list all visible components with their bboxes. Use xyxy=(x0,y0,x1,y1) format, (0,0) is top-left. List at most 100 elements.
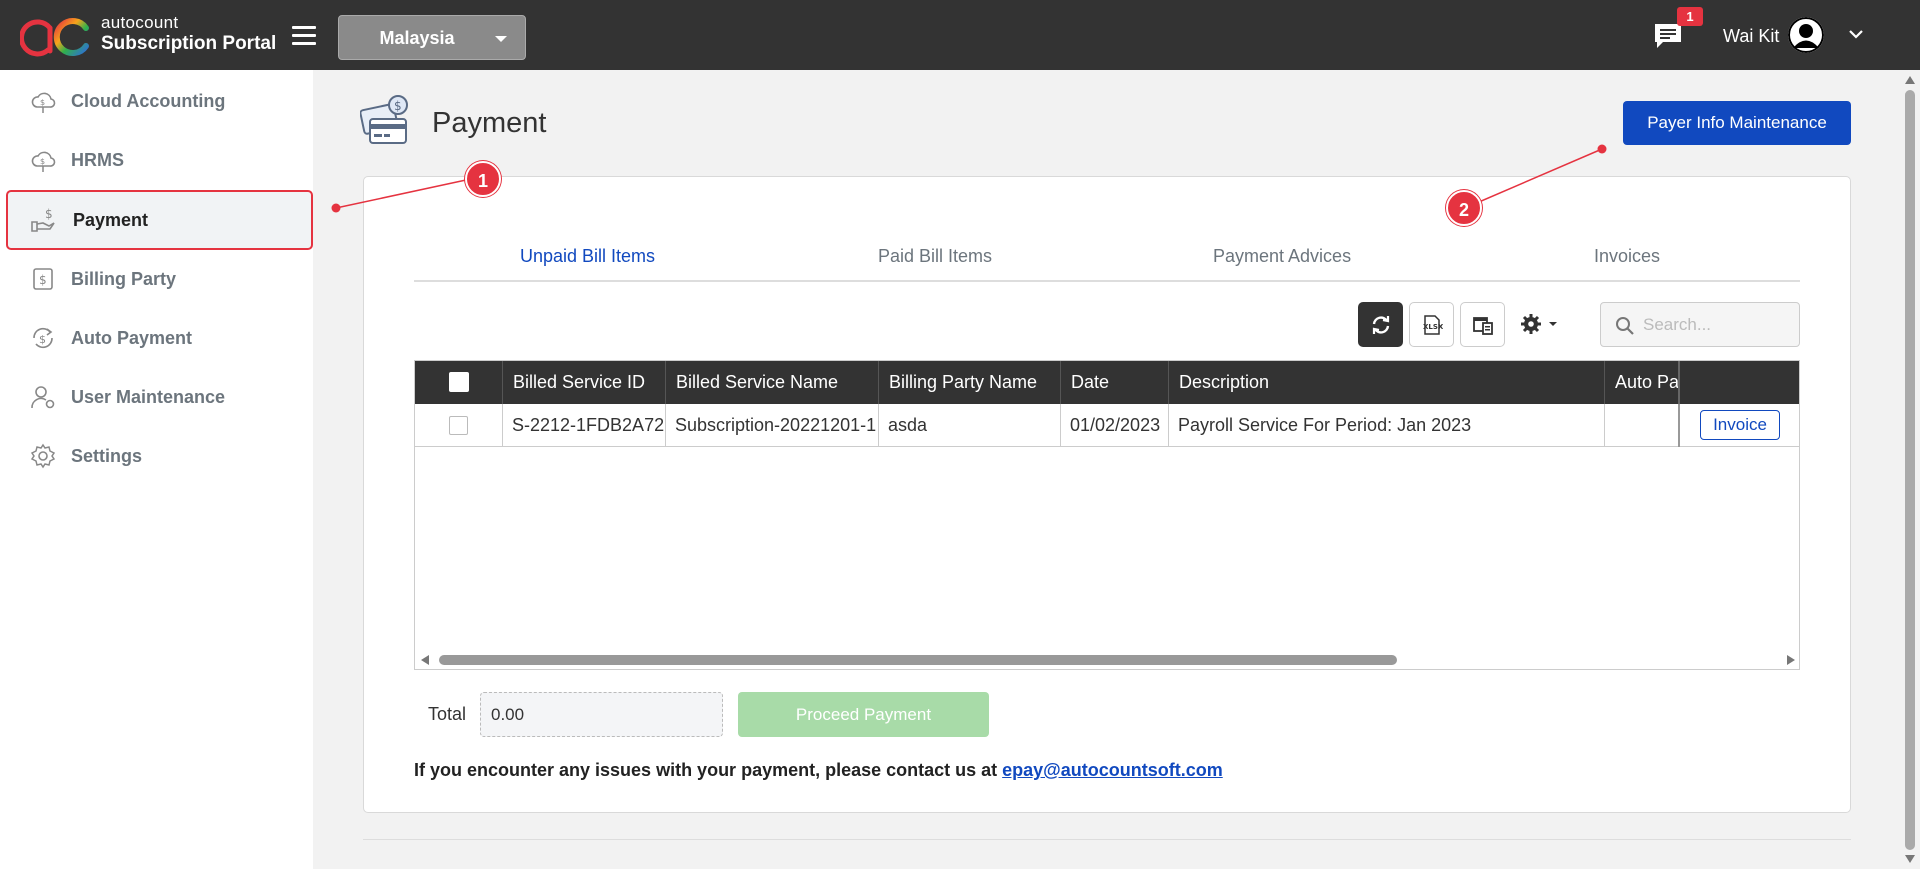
search-input[interactable] xyxy=(1643,313,1793,337)
gear-icon xyxy=(30,443,56,469)
brand-line1: autocount xyxy=(101,13,179,32)
invoice-button[interactable]: Invoice xyxy=(1700,410,1780,440)
contact-text: If you encounter any issues with your pa… xyxy=(414,760,1003,780)
column-chooser-icon xyxy=(1473,317,1493,335)
sidebar-item-user-maintenance[interactable]: User Maintenance xyxy=(6,368,313,426)
brand-line2: Subscription Portal xyxy=(101,33,277,54)
caret-down-icon xyxy=(495,36,507,42)
search-icon xyxy=(1616,317,1634,335)
sidebar-item-label: Settings xyxy=(71,446,143,466)
col-description[interactable]: Description xyxy=(1169,361,1605,404)
column-chooser-button[interactable] xyxy=(1460,302,1505,347)
svg-text:XLSX: XLSX xyxy=(1423,323,1443,331)
scroll-right-icon[interactable] xyxy=(1787,655,1795,665)
sidebar-item-settings[interactable]: Settings xyxy=(6,427,313,485)
table-row[interactable]: S-2212-1FDB2A72 Subscription-20221201-1 … xyxy=(415,404,1799,447)
cell-auto-pay xyxy=(1605,404,1680,447)
country-select-value: Malaysia xyxy=(379,28,455,48)
svg-text:$: $ xyxy=(40,157,45,166)
col-billing-party-name[interactable]: Billing Party Name xyxy=(879,361,1061,404)
sidebar-item-label: Billing Party xyxy=(71,269,177,289)
notification-badge: 1 xyxy=(1677,7,1703,26)
scroll-down-icon[interactable] xyxy=(1905,855,1915,863)
sidebar: $ Cloud Accounting $ HRMS $ Payment $ Bi… xyxy=(0,70,313,869)
svg-text:$: $ xyxy=(394,99,402,113)
grid-header: Billed Service ID Billed Service Name Bi… xyxy=(415,361,1799,404)
scroll-left-icon[interactable] xyxy=(421,655,429,665)
refresh-button[interactable] xyxy=(1358,302,1403,347)
col-date[interactable]: Date xyxy=(1061,361,1169,404)
cell-billing-party-name: asda xyxy=(879,404,1061,447)
cell-billed-service-name: Subscription-20221201-1 xyxy=(666,404,879,447)
sidebar-item-label: User Maintenance xyxy=(71,387,226,407)
gear-icon xyxy=(1521,314,1557,334)
sidebar-item-hrms[interactable]: $ HRMS xyxy=(6,131,313,189)
horizontal-scrollbar[interactable] xyxy=(415,650,1799,669)
country-select[interactable]: Malaysia xyxy=(338,15,526,60)
svg-text:$: $ xyxy=(40,98,45,107)
svg-text:$: $ xyxy=(45,207,53,221)
autocount-logo[interactable] xyxy=(20,14,92,58)
export-xlsx-button[interactable]: XLSX xyxy=(1409,302,1454,347)
payer-info-maintenance-button[interactable]: Payer Info Maintenance xyxy=(1623,101,1851,145)
sidebar-item-cloud-accounting[interactable]: $ Cloud Accounting xyxy=(6,72,313,130)
annotation-marker-1: 1 xyxy=(465,161,501,197)
brand: autocount Subscription Portal xyxy=(101,14,276,56)
contact-email-link[interactable]: epay@autocountsoft.com xyxy=(1002,760,1223,780)
scroll-thumb[interactable] xyxy=(439,655,1397,665)
col-billed-service-id[interactable]: Billed Service ID xyxy=(503,361,666,404)
select-all-cell xyxy=(415,361,503,404)
refresh-icon xyxy=(1372,316,1390,334)
sidebar-item-payment[interactable]: $ Payment xyxy=(6,190,313,250)
cell-description: Payroll Service For Period: Jan 2023 xyxy=(1169,404,1605,447)
svg-text:$: $ xyxy=(39,333,46,346)
page-title: Payment xyxy=(432,107,547,139)
bill-tabs: Unpaid Bill Items Paid Bill Items Paymen… xyxy=(414,236,1800,282)
chat-notification-icon[interactable] xyxy=(1653,22,1683,50)
top-bar: autocount Subscription Portal Malaysia 1… xyxy=(0,0,1920,70)
sidebar-item-billing-party[interactable]: $ Billing Party xyxy=(6,250,313,308)
row-select-cell xyxy=(415,404,503,447)
scroll-thumb[interactable] xyxy=(1905,90,1915,850)
col-auto-pay[interactable]: Auto Pay xyxy=(1605,361,1680,404)
chevron-down-icon[interactable] xyxy=(1848,28,1864,40)
cell-billed-service-id: S-2212-1FDB2A72 xyxy=(503,404,666,447)
unpaid-bills-grid: Billed Service ID Billed Service Name Bi… xyxy=(414,360,1800,670)
tab-unpaid-bill-items[interactable]: Unpaid Bill Items xyxy=(520,246,655,267)
auto-payment-icon: $ xyxy=(33,327,53,349)
avatar[interactable] xyxy=(1788,17,1824,53)
row-checkbox[interactable] xyxy=(449,416,468,435)
grid-settings-dropdown[interactable] xyxy=(1519,311,1563,337)
col-billed-service-name[interactable]: Billed Service Name xyxy=(666,361,879,404)
search-box[interactable] xyxy=(1600,302,1800,347)
scroll-up-icon[interactable] xyxy=(1905,76,1915,84)
hrms-icon: $ xyxy=(31,151,56,172)
sidebar-item-auto-payment[interactable]: $ Auto Payment xyxy=(6,309,313,367)
sidebar-item-label: HRMS xyxy=(71,150,124,170)
user-name[interactable]: Wai Kit xyxy=(1723,26,1779,47)
cell-date: 01/02/2023 xyxy=(1061,404,1169,447)
sidebar-item-label: Auto Payment xyxy=(71,328,193,348)
col-actions xyxy=(1680,361,1799,404)
divider xyxy=(363,839,1851,840)
payment-card-icon: $ xyxy=(360,95,408,144)
billing-party-icon: $ xyxy=(33,268,53,290)
payment-hand-icon: $ xyxy=(31,207,55,232)
user-icon xyxy=(31,386,55,409)
tab-paid-bill-items[interactable]: Paid Bill Items xyxy=(878,246,992,267)
total-label: Total xyxy=(428,704,467,724)
tab-invoices[interactable]: Invoices xyxy=(1594,246,1660,267)
vertical-scrollbar[interactable] xyxy=(1900,70,1920,869)
cloud-accounting-icon: $ xyxy=(31,92,56,113)
svg-text:$: $ xyxy=(39,273,47,287)
proceed-payment-button[interactable]: Proceed Payment xyxy=(738,692,989,737)
sidebar-item-label: Payment xyxy=(73,210,149,230)
tab-payment-advices[interactable]: Payment Advices xyxy=(1213,246,1351,267)
xlsx-file-icon: XLSX xyxy=(1423,315,1443,335)
total-field xyxy=(480,692,723,737)
menu-toggle-icon[interactable] xyxy=(292,26,316,46)
contact-message: If you encounter any issues with your pa… xyxy=(414,760,1223,781)
select-all-checkbox[interactable] xyxy=(449,372,469,392)
user-avatar-icon xyxy=(1788,17,1824,53)
sidebar-item-label: Cloud Accounting xyxy=(71,91,226,111)
